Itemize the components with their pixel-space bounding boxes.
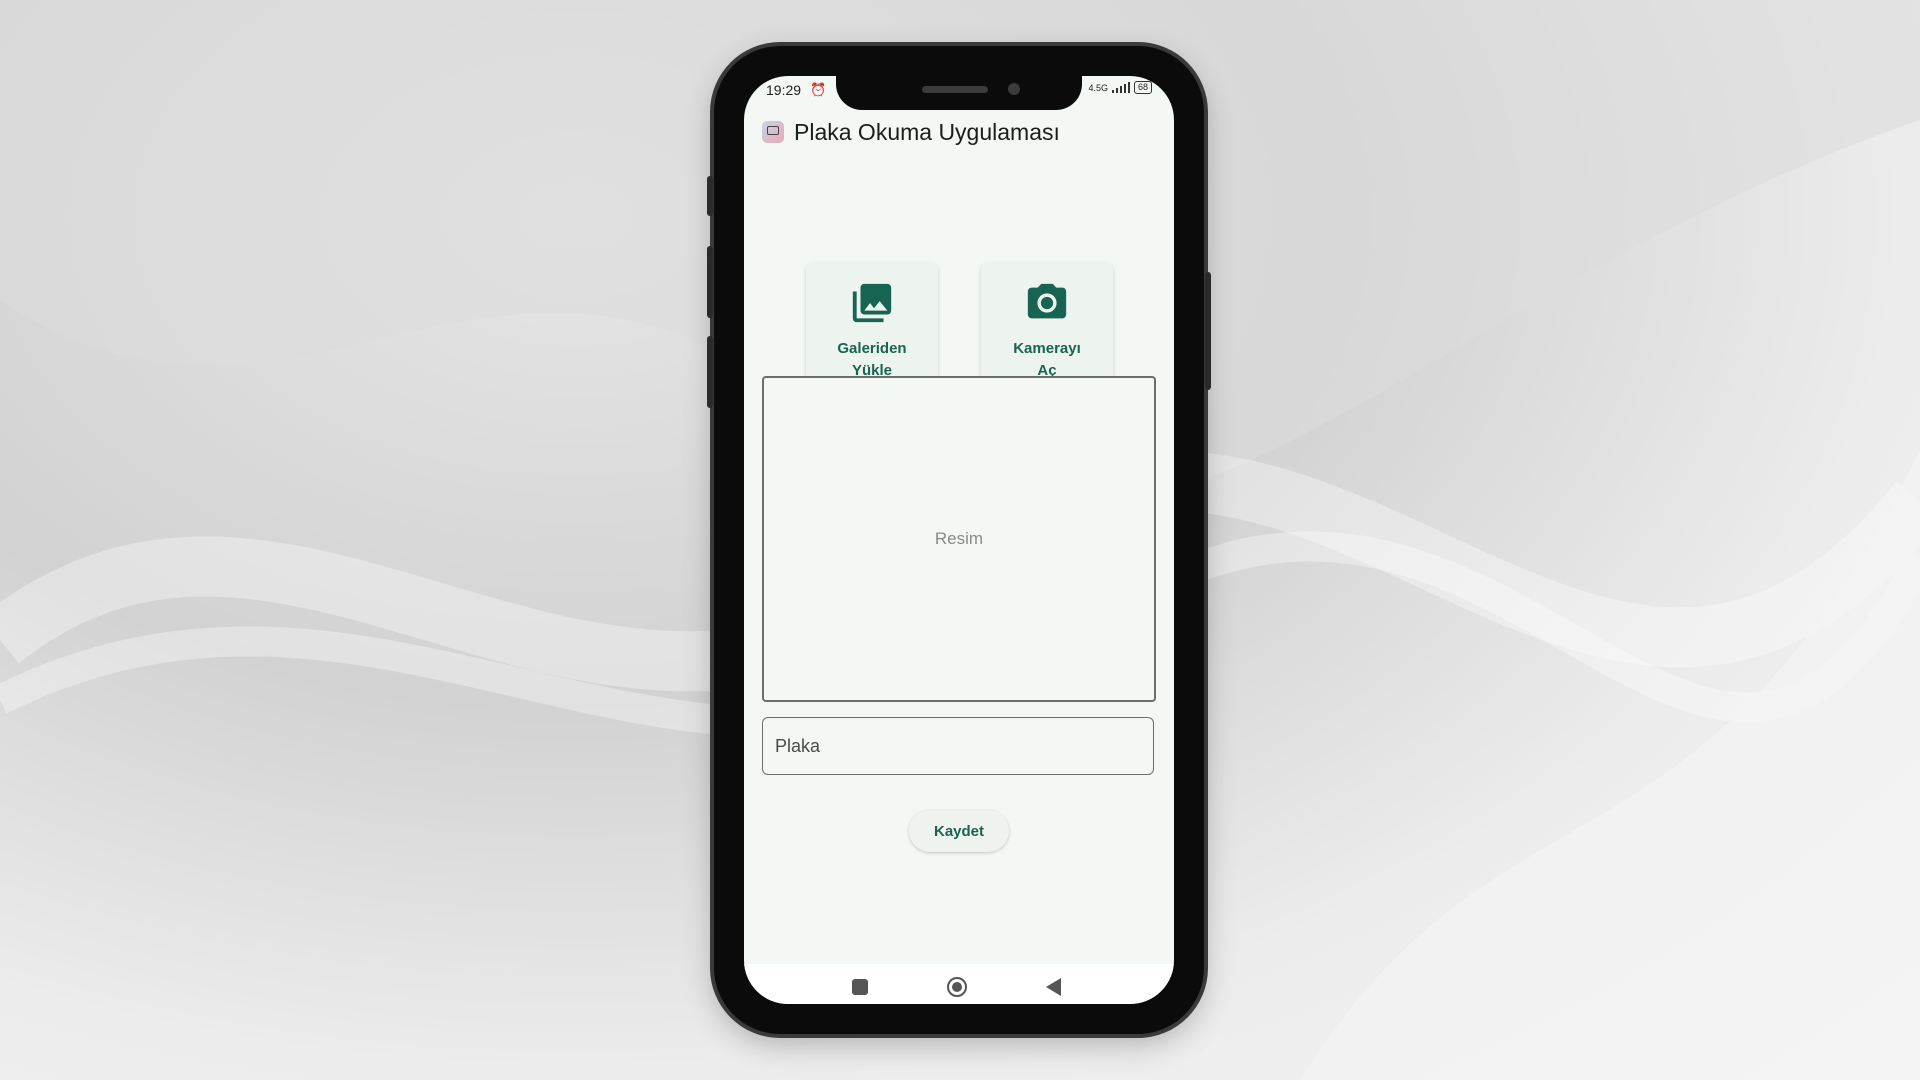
plate-input[interactable] — [762, 717, 1154, 775]
alarm-clock-icon: ⏰ — [810, 82, 827, 97]
status-time: 19:29 — [766, 82, 802, 98]
navigation-bar — [744, 964, 1174, 1004]
home-circle-icon[interactable] — [947, 977, 967, 997]
plate-camera-app-icon — [762, 121, 784, 143]
gallery-upload-button[interactable]: Galeriden Yükle — [806, 262, 938, 392]
camera-icon — [1027, 283, 1067, 319]
front-camera — [1008, 83, 1020, 95]
speaker — [922, 86, 988, 93]
volume-down-button — [707, 336, 713, 408]
side-button — [707, 176, 713, 216]
recents-square-icon[interactable] — [852, 979, 868, 995]
power-button — [1205, 272, 1211, 390]
back-triangle-icon[interactable] — [1046, 978, 1061, 996]
signal-icon — [1111, 82, 1130, 93]
photo-library-icon — [852, 283, 892, 323]
image-preview: Resim — [762, 376, 1156, 702]
save-button[interactable]: Kaydet — [909, 810, 1009, 852]
app-title: Plaka Okuma Uygulaması — [794, 118, 1060, 145]
volume-up-button — [707, 246, 713, 318]
network-type: 4.5G — [1088, 82, 1108, 93]
notch — [836, 76, 1082, 110]
phone-frame: 19:29 ⏰ 4.5G 68 Plaka Okuma Uygulaması G… — [707, 46, 1211, 1034]
phone-screen: 19:29 ⏰ 4.5G 68 Plaka Okuma Uygulaması G… — [744, 76, 1174, 1004]
battery-icon: 68 — [1133, 81, 1152, 94]
image-preview-label: Resim — [934, 529, 984, 548]
status-indicators: 4.5G 68 — [1088, 81, 1152, 94]
app-bar: Plaka Okuma Uygulaması — [762, 112, 1156, 152]
open-camera-button[interactable]: Kamerayı Aç — [981, 262, 1113, 392]
